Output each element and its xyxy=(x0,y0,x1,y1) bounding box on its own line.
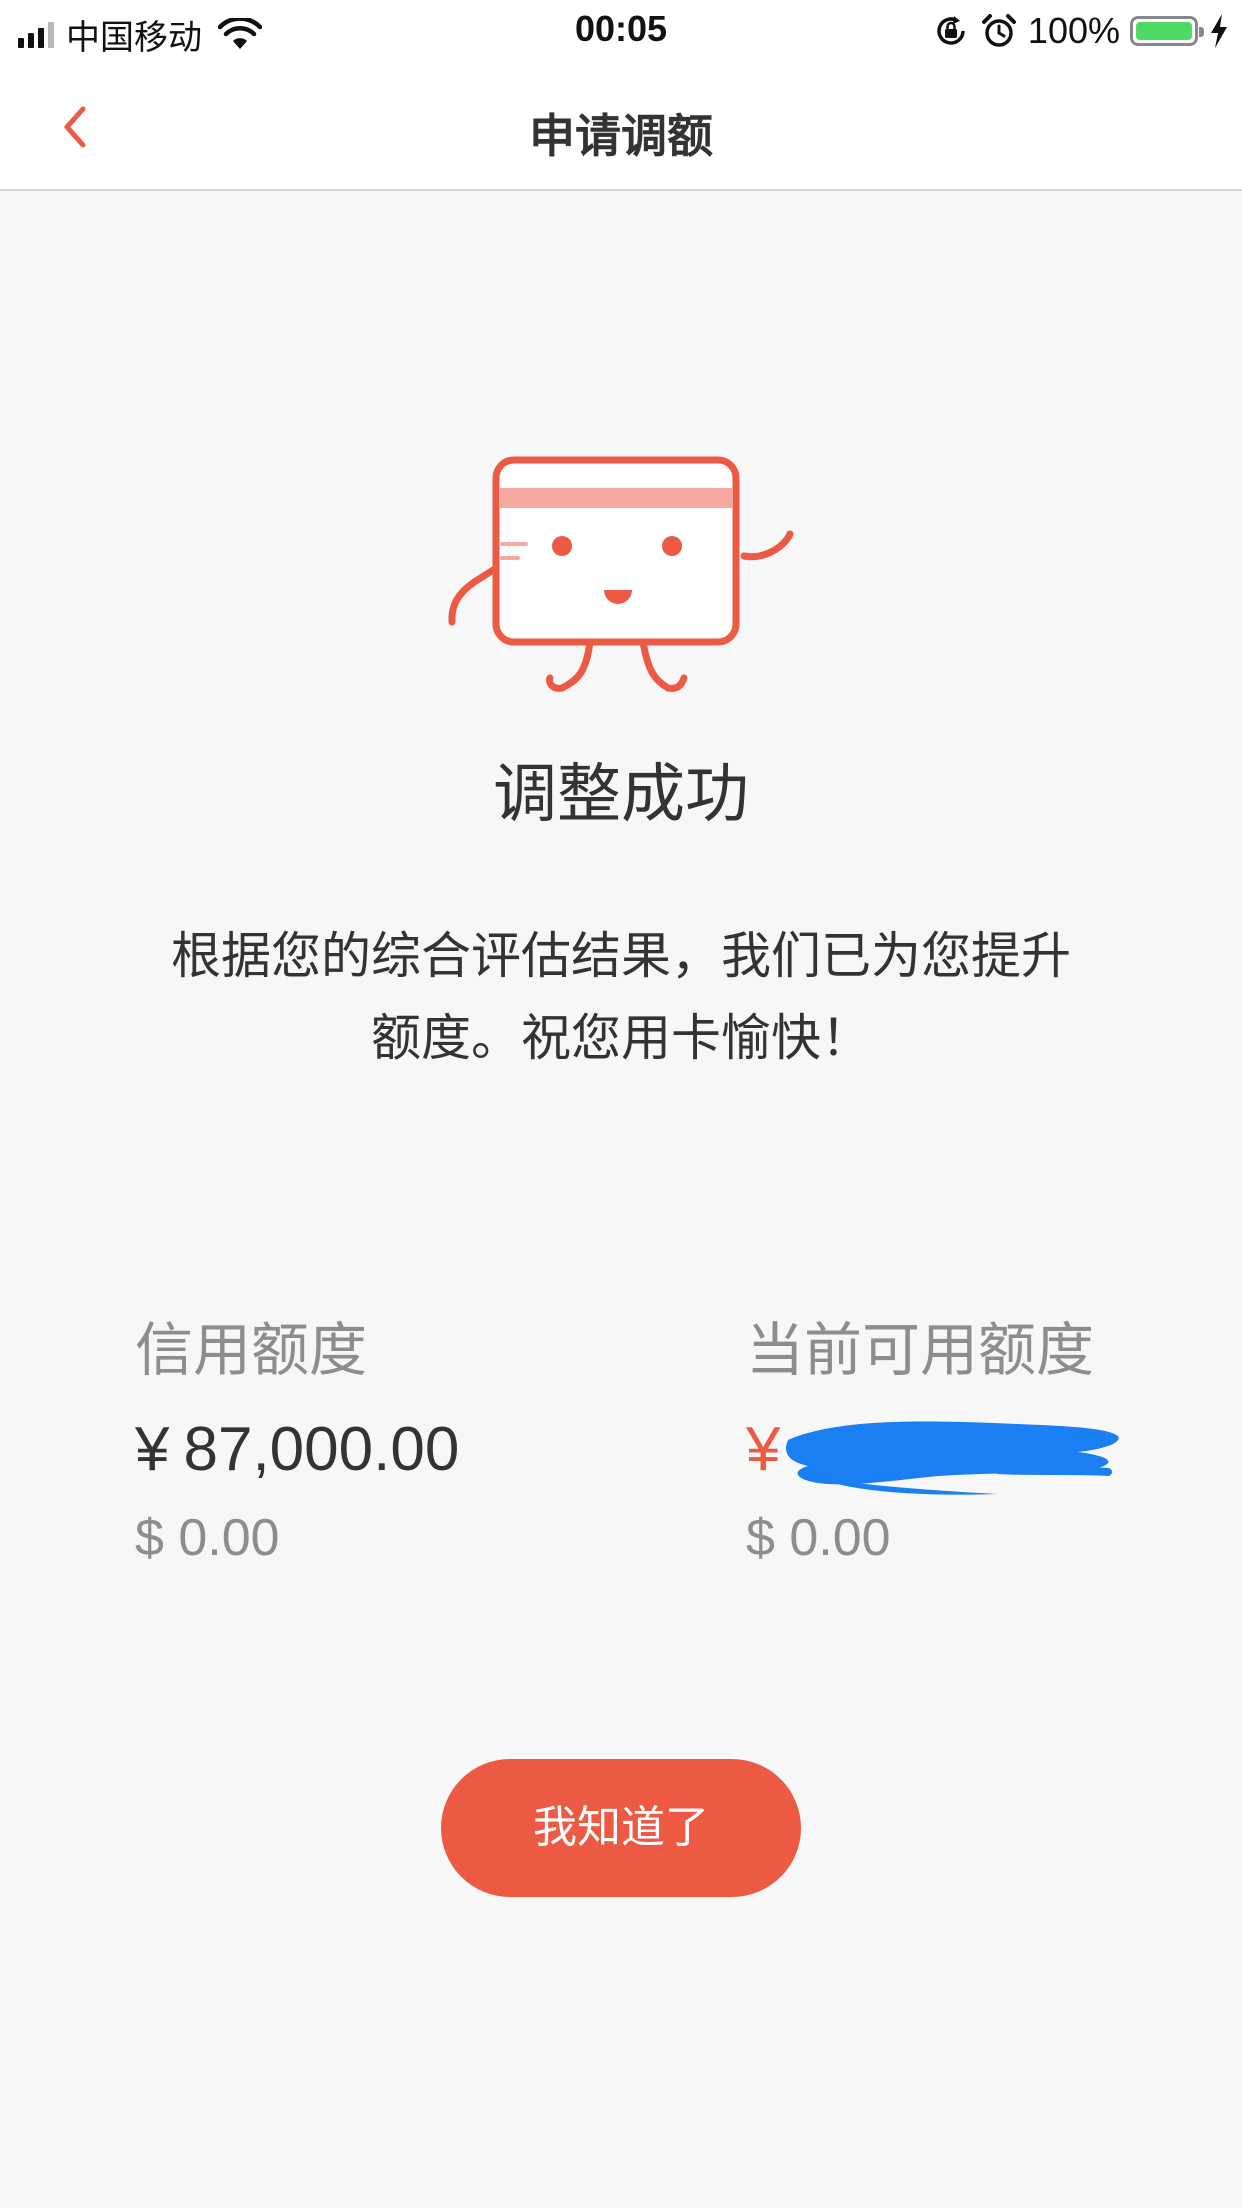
nav-bar: 申请调额 xyxy=(0,62,1242,191)
rotation-lock-icon xyxy=(937,16,965,45)
battery-level xyxy=(1136,22,1192,40)
credit-limit-section: 信用额度 ¥87,000.00 $ 0.00 xyxy=(135,1310,459,1576)
charging-icon xyxy=(1211,14,1227,48)
redaction-scribble xyxy=(786,1421,1119,1495)
available-limit-section: 当前可用额度 ¥ $ 0.00 xyxy=(746,1310,1119,1576)
status-bar: 中国移动 00:05 100% xyxy=(0,0,1242,62)
result-message: 根据您的综合评估结果，我们已为您提升额度。祝您用卡愉快！ xyxy=(171,927,1071,1067)
status-bar-right: 100% xyxy=(932,10,1230,52)
result-title: 调整成功 xyxy=(493,758,749,832)
cny-symbol: ¥ xyxy=(135,1415,170,1484)
alarm-icon xyxy=(981,14,1016,47)
cny-symbol: ¥ xyxy=(746,1415,781,1484)
credit-limit-cny-value: 87,000.00 xyxy=(183,1415,460,1484)
battery-percent: 100% xyxy=(1027,10,1120,51)
credit-limit-cny: ¥87,000.00 xyxy=(135,1408,459,1492)
available-limit-cny: ¥ xyxy=(746,1408,1119,1495)
available-limit-usd: $ 0.00 xyxy=(746,1509,891,1567)
credit-limit-usd: $ 0.00 xyxy=(135,1509,280,1567)
battery-icon xyxy=(1130,16,1204,46)
confirm-button[interactable]: 我知道了 xyxy=(441,1759,801,1897)
credit-limit-label: 信用额度 xyxy=(135,1316,368,1384)
available-limit-label: 当前可用额度 xyxy=(746,1316,1095,1384)
battery-cap xyxy=(1199,27,1204,37)
page-title: 申请调额 xyxy=(529,109,713,163)
card-mascot-illustration xyxy=(448,456,794,692)
